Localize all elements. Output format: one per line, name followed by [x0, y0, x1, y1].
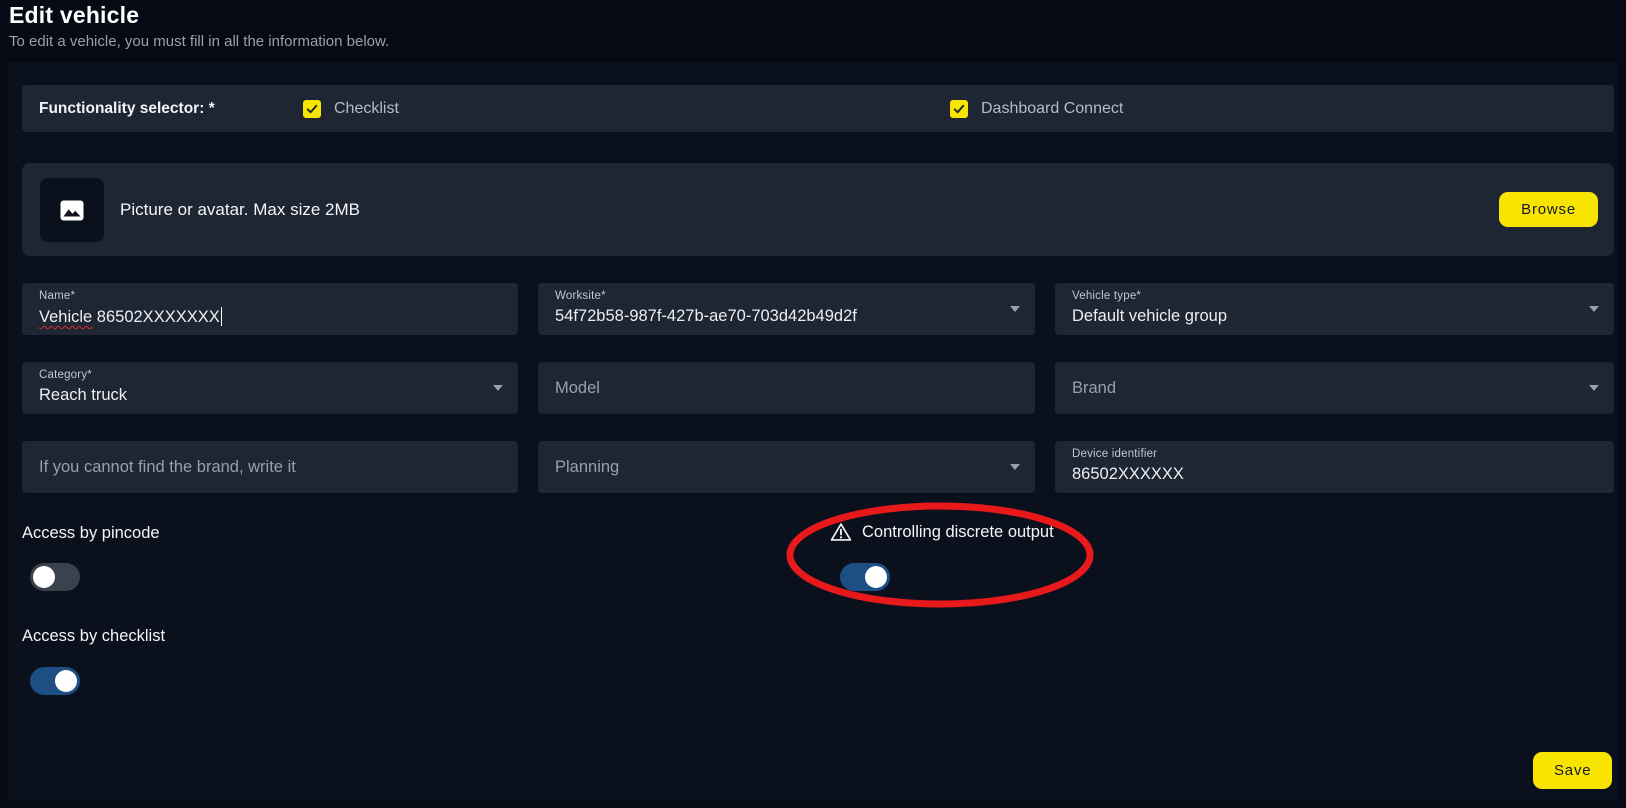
dashboard-connect-checkbox-group[interactable]: Dashboard Connect: [950, 85, 1123, 132]
device-identifier-label: Device identifier: [1072, 448, 1157, 460]
planning-select-placeholder: Planning: [555, 441, 619, 493]
functionality-selector-label: Functionality selector: *: [39, 85, 215, 132]
model-field-placeholder: Model: [555, 362, 600, 414]
brand-select[interactable]: Brand: [1055, 362, 1614, 414]
access-by-pincode-label: Access by pincode: [22, 524, 160, 543]
category-select-label: Category*: [39, 369, 92, 381]
vehicle-type-select-value: Default vehicle group: [1072, 307, 1227, 326]
toggle-knob: [865, 566, 887, 588]
brand-custom-field[interactable]: If you cannot find the brand, write it: [22, 441, 518, 493]
planning-select[interactable]: Planning: [538, 441, 1035, 493]
chevron-down-icon: [1589, 385, 1599, 391]
name-field-value: Vehicle 86502XXXXXXX: [39, 307, 222, 327]
toggle-knob: [55, 670, 77, 692]
edit-vehicle-form-panel: Functionality selector: * Checklist Dash…: [8, 62, 1618, 800]
avatar-placeholder[interactable]: [40, 178, 104, 242]
avatar-hint-text: Picture or avatar. Max size 2MB: [120, 163, 360, 256]
access-by-pincode-toggle[interactable]: [30, 563, 80, 591]
checklist-checkbox-group[interactable]: Checklist: [303, 85, 399, 132]
name-field-label: Name*: [39, 290, 75, 302]
chevron-down-icon: [493, 385, 503, 391]
chevron-down-icon: [1010, 306, 1020, 312]
text-cursor: [221, 307, 223, 326]
vehicle-type-select-label: Vehicle type*: [1072, 290, 1141, 302]
page-subtitle: To edit a vehicle, you must fill in all …: [9, 33, 389, 50]
warning-triangle-icon: [830, 522, 852, 542]
toggle-knob: [33, 566, 55, 588]
browse-button[interactable]: Browse: [1499, 192, 1598, 227]
device-identifier-field[interactable]: Device identifier 86502XXXXXX: [1055, 441, 1614, 493]
avatar-upload-row: Picture or avatar. Max size 2MB Browse: [22, 163, 1614, 256]
image-icon: [60, 200, 84, 221]
device-identifier-value: 86502XXXXXX: [1072, 465, 1184, 484]
category-select[interactable]: Category* Reach truck: [22, 362, 518, 414]
chevron-down-icon: [1589, 306, 1599, 312]
access-by-checklist-label: Access by checklist: [22, 627, 165, 646]
category-select-value: Reach truck: [39, 386, 127, 405]
worksite-select-label: Worksite*: [555, 290, 606, 302]
worksite-select[interactable]: Worksite* 54f72b58-987f-427b-ae70-703d42…: [538, 283, 1035, 335]
save-button[interactable]: Save: [1533, 752, 1612, 789]
edit-vehicle-page: Edit vehicle To edit a vehicle, you must…: [0, 0, 1626, 808]
checkmark-icon: [952, 102, 966, 116]
controlling-discrete-output-label: Controlling discrete output: [830, 522, 1054, 542]
worksite-select-value: 54f72b58-987f-427b-ae70-703d42b49d2f: [555, 307, 857, 326]
checklist-checkbox-label: Checklist: [334, 100, 399, 118]
controlling-discrete-output-text: Controlling discrete output: [862, 523, 1054, 542]
functionality-selector-bar: Functionality selector: * Checklist Dash…: [22, 85, 1614, 132]
checklist-checkbox[interactable]: [303, 100, 321, 118]
chevron-down-icon: [1010, 464, 1020, 470]
access-by-checklist-toggle[interactable]: [30, 667, 80, 695]
vehicle-type-select[interactable]: Vehicle type* Default vehicle group: [1055, 283, 1614, 335]
name-field[interactable]: Name* Vehicle 86502XXXXXXX: [22, 283, 518, 335]
dashboard-connect-checkbox-label: Dashboard Connect: [981, 100, 1123, 118]
page-title: Edit vehicle: [9, 2, 139, 29]
controlling-discrete-output-toggle[interactable]: [840, 563, 890, 591]
brand-custom-field-placeholder: If you cannot find the brand, write it: [39, 441, 296, 493]
dashboard-connect-checkbox[interactable]: [950, 100, 968, 118]
checkmark-icon: [305, 102, 319, 116]
name-value-rest: 86502XXXXXXX: [92, 308, 220, 326]
model-field[interactable]: Model: [538, 362, 1035, 414]
misspelled-word: Vehicle: [39, 308, 92, 326]
brand-select-placeholder: Brand: [1072, 362, 1116, 414]
